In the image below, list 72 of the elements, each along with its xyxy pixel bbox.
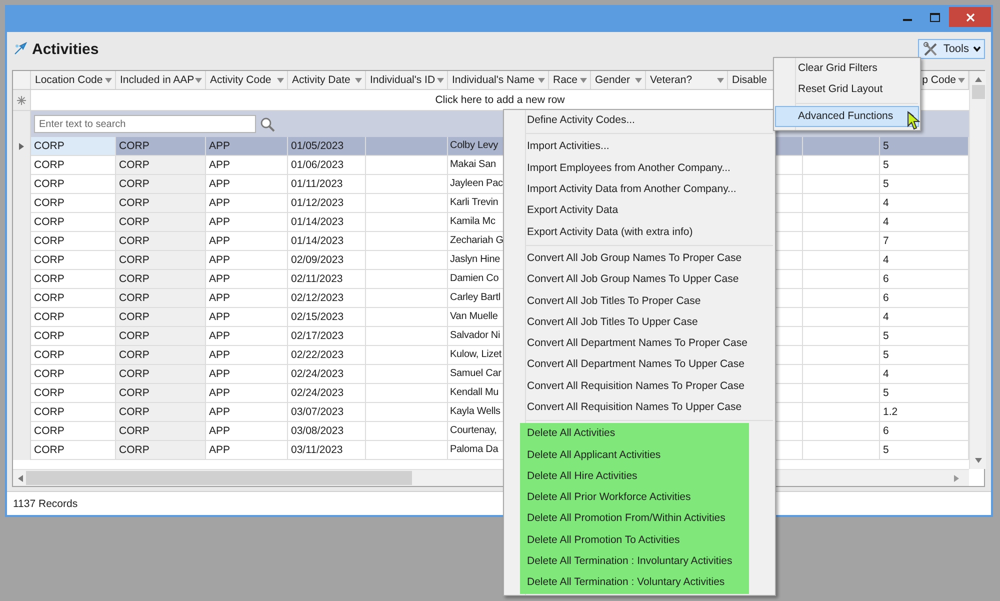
- search-field[interactable]: Enter text to search: [34, 115, 256, 133]
- menu-item[interactable]: Delete All Activities: [520, 423, 749, 444]
- down-arrow-icon[interactable]: [974, 458, 982, 463]
- row-pointer-icon: [19, 143, 24, 150]
- filter-icon[interactable]: [105, 78, 112, 82]
- table-cell: CORP: [116, 403, 206, 422]
- column-header[interactable]: Included in AAP: [116, 71, 206, 89]
- table-cell: CORP: [116, 175, 206, 194]
- menu-item[interactable]: Delete All Promotion To Activities: [520, 530, 749, 551]
- table-cell: CORP: [116, 346, 206, 365]
- menu-item[interactable]: Define Activity Codes...: [520, 110, 771, 132]
- column-header[interactable]: Gender: [591, 71, 646, 89]
- column-header[interactable]: Activity Code: [206, 71, 288, 89]
- table-cell: 03/11/2023: [288, 441, 366, 460]
- close-button[interactable]: [949, 7, 991, 27]
- new-row-prompt[interactable]: Click here to add a new row: [435, 94, 565, 106]
- table-cell: CORP: [116, 384, 206, 403]
- asterisk-icon: [17, 96, 26, 104]
- scroll-thumb[interactable]: [26, 471, 412, 485]
- menu-item[interactable]: Delete All Applicant Activities: [520, 444, 749, 466]
- table-cell: CORP: [31, 137, 116, 156]
- menu-item[interactable]: Delete All Prior Workforce Activities: [520, 487, 749, 508]
- column-header[interactable]: Individual's Name: [448, 71, 549, 89]
- table-cell: CORP: [116, 289, 206, 308]
- column-header[interactable]: Veteran?: [646, 71, 728, 89]
- filter-icon[interactable]: [717, 78, 724, 82]
- table-cell: CORP: [116, 156, 206, 175]
- filter-icon[interactable]: [635, 78, 642, 82]
- menu-item[interactable]: Delete All Termination : Involuntary Activities: [520, 550, 749, 572]
- left-arrow-icon[interactable]: [18, 474, 23, 482]
- table-cell: CORP: [116, 365, 206, 384]
- menu-item[interactable]: Advanced Functions: [775, 106, 919, 127]
- filter-icon[interactable]: [538, 78, 545, 82]
- column-header[interactable]: Location Code: [31, 71, 116, 89]
- chevron-icon: [973, 46, 981, 52]
- filter-icon[interactable]: [437, 78, 444, 82]
- maximize-icon: [930, 12, 940, 22]
- filter-icon[interactable]: [355, 78, 362, 82]
- table-cell: CORP: [116, 213, 206, 232]
- page-title: Activities: [32, 40, 99, 58]
- filter-icon[interactable]: [195, 78, 202, 82]
- table-cell: CORP: [116, 251, 206, 270]
- tools-button[interactable]: Tools: [918, 39, 985, 59]
- table-cell: CORP: [116, 194, 206, 213]
- table-cell: CORP: [116, 232, 206, 251]
- column-header[interactable]: Activity Date: [288, 71, 366, 89]
- table-cell: CORP: [116, 308, 206, 327]
- vertical-scrollbar[interactable]: [969, 71, 986, 469]
- table-cell: CORP: [116, 270, 206, 289]
- column-header[interactable]: Individual's ID: [366, 71, 448, 89]
- record-count: 1137 Records: [13, 498, 78, 510]
- minimize-icon: [902, 19, 912, 21]
- table-cell: CORP: [116, 327, 206, 346]
- tools-icon: [923, 42, 940, 56]
- app-icon: [13, 42, 27, 56]
- search-icon[interactable]: [260, 116, 275, 132]
- table-cell: CORP: [116, 422, 206, 441]
- scroll-thumb[interactable]: [972, 85, 984, 99]
- table-cell: CORP: [116, 441, 206, 460]
- menu-item[interactable]: Delete All Hire Activities: [520, 466, 749, 488]
- table-cell: APP: [206, 441, 288, 460]
- filter-icon[interactable]: [277, 78, 284, 82]
- filter-icon[interactable]: [580, 78, 587, 82]
- right-arrow-icon[interactable]: [954, 474, 959, 482]
- close-icon: [966, 12, 974, 22]
- mouse-pointer-icon: [907, 111, 920, 130]
- up-arrow-icon[interactable]: [974, 77, 982, 82]
- menu-item[interactable]: Delete All Promotion From/Within Activities: [520, 508, 749, 530]
- filter-icon[interactable]: [958, 78, 965, 82]
- row-indicator: [13, 441, 31, 460]
- column-header[interactable]: Race: [549, 71, 591, 89]
- menu-item[interactable]: Delete All Termination : Voluntary Activities: [520, 572, 749, 594]
